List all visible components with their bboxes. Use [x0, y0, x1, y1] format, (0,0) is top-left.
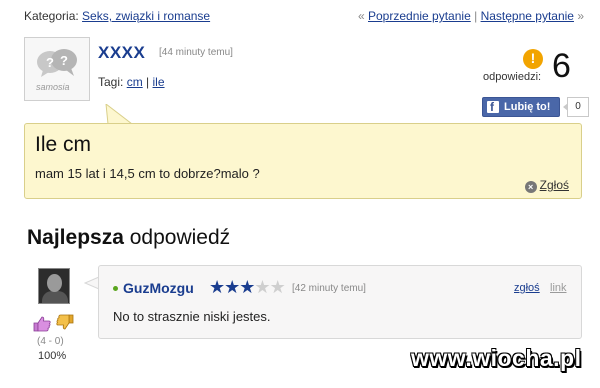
answerer-username[interactable]: GuzMozgu	[123, 280, 194, 296]
question-box: Ile cm mam 15 lat i 14,5 cm to dobrze?ma…	[24, 123, 582, 199]
tag-link[interactable]: cm	[127, 75, 143, 89]
next-question-link[interactable]: Następne pytanie	[481, 9, 574, 23]
thumbs-up-icon[interactable]	[33, 316, 51, 332]
star-empty-icon: ★	[254, 277, 270, 297]
tag-link[interactable]: ile	[153, 75, 165, 89]
best-answer-heading-bold: Najlepsza	[27, 226, 124, 249]
report-question-button[interactable]: × Zgłoś	[524, 178, 569, 193]
site-logo-text: samosia	[36, 82, 70, 92]
prev-question-link[interactable]: Poprzednie pytanie	[368, 9, 471, 23]
star-filled-icon: ★	[224, 277, 240, 297]
best-answer-heading-rest: odpowiedź	[129, 226, 231, 249]
like-label: Lubię to!	[504, 101, 551, 113]
answers-count: 6	[552, 47, 571, 85]
question-title: Ile cm	[35, 133, 92, 156]
question-tags: Tagi: cm | ile	[98, 75, 165, 89]
facebook-like-button[interactable]: f Lubię to!	[482, 97, 560, 117]
report-answer-link[interactable]: zgłoś	[514, 282, 540, 294]
next-arrow: »	[577, 9, 584, 23]
question-bubble-tail	[105, 104, 134, 125]
question-time: [44 minuty temu]	[159, 47, 233, 58]
online-status-icon	[113, 286, 118, 291]
answer-text: No to strasznie niski jestes.	[113, 309, 271, 324]
star-empty-icon: ★	[269, 277, 286, 297]
question-body: mam 15 lat i 14,5 cm to dobrze?malo ?	[35, 166, 260, 181]
svg-text:?: ?	[46, 55, 54, 70]
site-watermark: www.wiocha.pl	[411, 345, 582, 371]
asker-username[interactable]: XXXX	[98, 43, 145, 63]
like-count: 0	[563, 97, 589, 117]
star-filled-icon: ★	[239, 277, 255, 297]
tag-separator: |	[146, 75, 150, 89]
rank-stars: ★★★★★	[209, 277, 286, 298]
answers-label: odpowiedzi:	[483, 71, 542, 83]
report-icon: ×	[524, 181, 537, 193]
report-label: Zgłoś	[539, 178, 569, 192]
tags-label: Tagi:	[98, 75, 124, 89]
category-label: Kategoria:	[24, 9, 79, 23]
vote-percent: 100%	[38, 350, 67, 362]
star-filled-icon: ★	[209, 277, 225, 297]
answer-time: [42 minuty temu]	[292, 283, 366, 294]
question-navigation: « Poprzednie pytanie | Następne pytanie …	[358, 9, 584, 23]
vote-ratio: (4 - 0)	[37, 336, 64, 347]
site-logo-icon: ? ?	[37, 49, 77, 77]
facebook-icon: f	[487, 100, 499, 114]
svg-text:?: ?	[60, 53, 68, 68]
thumbs-down-icon[interactable]	[56, 314, 74, 330]
answerer-avatar[interactable]	[38, 268, 70, 304]
best-answer-heading: Najlepsza odpowiedź	[27, 226, 230, 250]
category-bar: Kategoria: Seks, związki i romanse « Pop…	[24, 9, 584, 25]
prev-arrow: «	[357, 9, 365, 23]
nav-separator: |	[474, 9, 478, 23]
category-link[interactable]: Seks, związki i romanse	[82, 9, 210, 23]
answer-permalink[interactable]: link	[550, 282, 567, 294]
best-answer-box: GuzMozgu ★★★★★ [42 minuty temu] zgłoś li…	[98, 265, 582, 339]
answers-alert-icon: !	[523, 49, 543, 69]
asker-avatar[interactable]: ? ? samosia	[24, 37, 90, 101]
